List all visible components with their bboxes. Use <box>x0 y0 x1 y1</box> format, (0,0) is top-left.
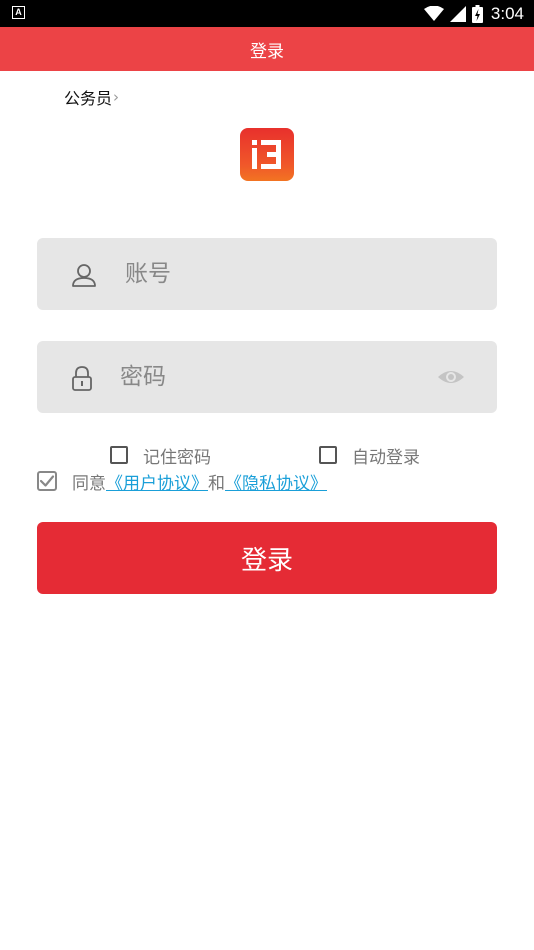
status-time: 3:04 <box>490 3 524 23</box>
user-icon <box>72 264 96 287</box>
eye-icon[interactable] <box>437 365 465 389</box>
remember-password-checkbox[interactable] <box>110 446 128 464</box>
status-bar: A 3:04 <box>0 0 534 27</box>
auto-login-label: 自动登录 <box>352 447 420 468</box>
title-bar: 登录 <box>0 27 534 71</box>
status-icons: 3:04 <box>423 3 524 24</box>
wifi-icon <box>423 5 444 21</box>
signal-icon <box>449 5 466 22</box>
app-logo-icon <box>240 128 294 181</box>
remember-password-label: 记住密码 <box>143 447 211 468</box>
privacy-policy-link[interactable]: 《隐私协议》 <box>225 469 327 494</box>
login-button[interactable]: 登录 <box>37 522 497 594</box>
account-input[interactable] <box>125 254 425 294</box>
agreement-prefix: 同意 <box>72 473 106 494</box>
account-field[interactable] <box>37 238 497 310</box>
page-title: 登录 <box>250 41 284 62</box>
agreement-checkbox[interactable] <box>37 471 57 491</box>
password-input[interactable] <box>120 357 420 397</box>
battery-icon <box>471 4 483 23</box>
auto-login-option[interactable]: 自动登录 <box>319 443 420 468</box>
role-label: 公务员 <box>64 89 113 108</box>
user-agreement-link[interactable]: 《用户协议》 <box>106 469 208 494</box>
app-notification-icon: A <box>12 6 25 19</box>
role-selector[interactable]: 公务员 › <box>64 86 119 108</box>
chevron-right-icon: › <box>113 88 120 106</box>
agreement-row: 同意 《用户协议》 和 《隐私协议》 <box>37 469 327 494</box>
password-field[interactable] <box>37 341 497 413</box>
lock-icon <box>72 366 92 391</box>
auto-login-checkbox[interactable] <box>319 446 337 464</box>
agreement-and: 和 <box>208 473 225 494</box>
remember-password-option[interactable]: 记住密码 <box>110 443 211 468</box>
